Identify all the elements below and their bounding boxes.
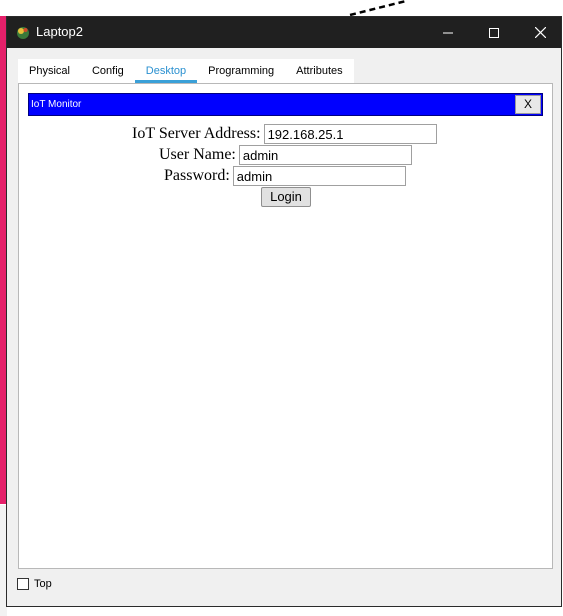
window-title: Laptop2 — [36, 24, 83, 39]
username-label: User Name: — [159, 146, 236, 163]
tab-desktop[interactable]: Desktop — [134, 59, 198, 83]
tab-physical[interactable]: Physical — [18, 59, 81, 83]
username-input[interactable] — [238, 145, 412, 165]
app-icon — [17, 27, 29, 39]
server-address-label: IoT Server Address: — [132, 125, 261, 142]
username-row: User Name: — [159, 145, 412, 165]
top-checkbox-label: Top — [34, 578, 52, 590]
minimize-icon — [443, 32, 453, 33]
title-bar[interactable]: Laptop2 — [7, 17, 561, 48]
close-button[interactable] — [517, 17, 563, 48]
tab-config[interactable]: Config — [81, 59, 135, 83]
tab-programming[interactable]: Programming — [197, 59, 285, 83]
iot-monitor-title-bar: IoT Monitor X — [28, 93, 543, 116]
password-label: Password: — [164, 167, 230, 184]
tab-attributes[interactable]: Attributes — [285, 59, 353, 83]
top-checkbox[interactable] — [17, 578, 29, 590]
maximize-button[interactable] — [471, 17, 517, 48]
top-option: Top — [17, 578, 52, 590]
password-row: Password: — [164, 166, 406, 186]
close-icon — [534, 27, 546, 38]
login-button[interactable]: Login — [261, 187, 311, 207]
minimize-button[interactable] — [425, 17, 471, 48]
server-address-input[interactable] — [263, 124, 437, 144]
password-input[interactable] — [232, 166, 406, 186]
desktop-panel: IoT Monitor X IoT Server Address: User N… — [18, 83, 553, 569]
iot-monitor-title: IoT Monitor — [31, 99, 82, 110]
iot-monitor-frame: IoT Monitor X IoT Server Address: User N… — [28, 93, 543, 560]
laptop-window: Laptop2 Physical Config Desktop Programm… — [6, 16, 562, 607]
background-connection-line — [349, 0, 407, 16]
maximize-icon — [489, 27, 499, 38]
iot-monitor-close-button[interactable]: X — [515, 95, 541, 114]
tab-bar: Physical Config Desktop Programming Attr… — [18, 59, 354, 83]
server-address-row: IoT Server Address: — [132, 124, 437, 144]
